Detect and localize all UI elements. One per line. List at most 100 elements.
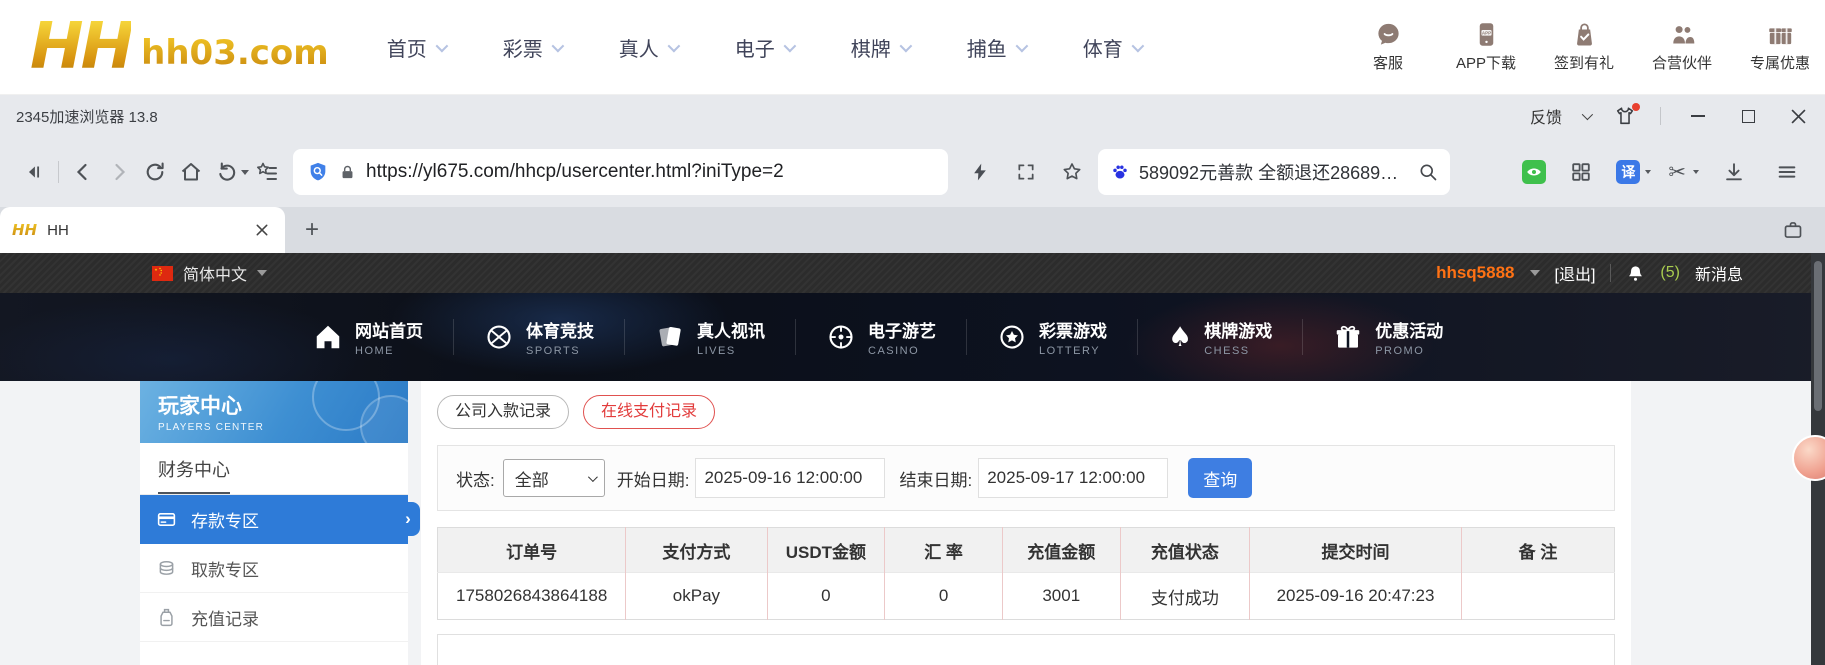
- chevron-down-icon: [783, 39, 796, 52]
- main-nav-lives[interactable]: 真人视讯LIVES: [625, 317, 795, 357]
- search-box[interactable]: 589092元善款 全额退还28689位网...: [1098, 149, 1450, 195]
- header-usdt-amount: USDT金额: [767, 528, 885, 573]
- screenshot-region-button[interactable]: [1008, 154, 1044, 190]
- notification-dot: [1632, 103, 1640, 111]
- baidu-paw-icon: [1110, 162, 1130, 182]
- tab-online-payment-records[interactable]: 在线支付记录: [583, 395, 715, 429]
- site-nav-home[interactable]: 首页: [387, 33, 445, 62]
- main-nav-subtitle: LOTTERY: [1039, 345, 1107, 357]
- site-nav-chess[interactable]: 棋牌: [851, 33, 909, 62]
- reload-button[interactable]: [137, 154, 173, 190]
- sports-ball-icon: [484, 322, 514, 352]
- start-date-input[interactable]: [695, 458, 885, 498]
- skin-theme-button[interactable]: [1614, 105, 1636, 127]
- bookmark-star-button[interactable]: [1054, 154, 1090, 190]
- back-to-first-button[interactable]: [16, 154, 52, 190]
- site-nav-sports[interactable]: 体育: [1083, 33, 1141, 62]
- sidebar-item-recharge-history[interactable]: 充值记录: [140, 593, 408, 642]
- address-bar[interactable]: https://yl675.com/hhcp/usercenter.html?i…: [293, 149, 948, 195]
- scissors-screenshot-button[interactable]: ✂: [1668, 162, 1686, 183]
- search-icon[interactable]: [1418, 162, 1438, 182]
- translate-dropdown-caret[interactable]: [1645, 170, 1651, 174]
- translate-button[interactable]: 译: [1616, 160, 1640, 184]
- tab-favicon: HH: [12, 221, 37, 239]
- players-center-header: 玩家中心 PLAYERS CENTER: [140, 381, 408, 443]
- main-nav-sports[interactable]: 体育竞技SPORTS: [454, 317, 624, 357]
- record-tabs: 公司入款记录 在线支付记录: [421, 381, 1631, 443]
- download-button[interactable]: [1716, 154, 1752, 190]
- status-select[interactable]: 全部: [503, 459, 605, 497]
- header-pay-method: 支付方式: [626, 528, 767, 573]
- site-nav-live[interactable]: 真人: [619, 33, 677, 62]
- cell-exchange-rate: 0: [885, 573, 1003, 620]
- scrollbar-thumb[interactable]: [1814, 261, 1822, 411]
- main-nav-title: 电子游艺: [868, 317, 936, 342]
- support-chat-icon: [1375, 21, 1402, 48]
- language-selector[interactable]: 简体中文: [152, 261, 267, 285]
- site-nav-fishing[interactable]: 捕鱼: [967, 33, 1025, 62]
- quick-link-app-download[interactable]: APP APP下载: [1455, 21, 1517, 73]
- main-nav-chess[interactable]: ♠ 棋牌游戏CHESS: [1138, 317, 1302, 357]
- feedback-button[interactable]: 反馈: [1530, 104, 1590, 128]
- quick-link-partners[interactable]: 合营伙伴: [1651, 21, 1713, 73]
- main-menu-button[interactable]: [1769, 154, 1805, 190]
- undo-dropdown-caret[interactable]: [241, 170, 249, 175]
- quick-label: 合营伙伴: [1652, 52, 1712, 73]
- site-nav-slots[interactable]: 电子: [735, 33, 793, 62]
- quick-link-signin-gift[interactable]: 签到有礼: [1553, 21, 1615, 73]
- security-shield-icon: [307, 161, 329, 183]
- eye-protect-button[interactable]: [1522, 160, 1546, 184]
- chevron-down-icon: [899, 39, 912, 52]
- new-messages-link[interactable]: 新消息: [1695, 261, 1743, 285]
- username-link[interactable]: hhsq5888: [1436, 263, 1514, 283]
- main-nav-lottery[interactable]: 彩票游戏LOTTERY: [967, 317, 1137, 357]
- tab-title: HH: [47, 222, 241, 239]
- minimize-button[interactable]: [1685, 103, 1711, 129]
- undo-close-button[interactable]: [209, 154, 245, 190]
- cell-submit-time: 2025-09-16 20:47:23: [1250, 573, 1462, 620]
- tab-close-button[interactable]: [251, 219, 273, 241]
- header-submit-time: 提交时间: [1250, 528, 1462, 573]
- recharge-bottle-icon: [156, 607, 177, 628]
- new-tab-button[interactable]: +: [295, 207, 329, 253]
- quick-link-support[interactable]: 客服: [1357, 21, 1419, 73]
- logout-link[interactable]: [退出]: [1555, 261, 1596, 285]
- apps-grid-button[interactable]: [1563, 154, 1599, 190]
- home-button[interactable]: [173, 154, 209, 190]
- main-nav-promo[interactable]: 优惠活动PROMO: [1303, 317, 1473, 357]
- grid-icon: [1570, 161, 1592, 183]
- forward-button[interactable]: [101, 154, 137, 190]
- records-table: 订单号 支付方式 USDT金额 汇 率 充值金额 充值状态 提交时间 备 注 1: [437, 527, 1615, 620]
- workspace-briefcase-icon[interactable]: [1783, 220, 1803, 240]
- quick-link-exclusive-offer[interactable]: 专属优惠: [1749, 21, 1811, 73]
- cell-order-no: 1758026843864188: [438, 573, 626, 620]
- sidebar-section-label: 财务中心: [158, 456, 230, 494]
- chevron-down-icon: [1015, 39, 1028, 52]
- query-button[interactable]: 查询: [1188, 458, 1252, 498]
- signin-gift-icon: [1571, 21, 1598, 48]
- end-date-input[interactable]: [978, 458, 1168, 498]
- sidebar-item-withdraw[interactable]: 取款专区: [140, 544, 408, 593]
- sidebar-item-deposit[interactable]: 存款专区 ›: [140, 495, 408, 544]
- eye-icon: [1525, 163, 1543, 181]
- main-nav-casino[interactable]: 电子游艺CASINO: [796, 317, 966, 357]
- maximize-button[interactable]: [1735, 103, 1761, 129]
- translate-glyph: 译: [1621, 162, 1635, 182]
- divider: [1660, 107, 1661, 125]
- bell-icon[interactable]: [1626, 264, 1645, 283]
- close-button[interactable]: [1785, 103, 1811, 129]
- tab-company-deposit-records[interactable]: 公司入款记录: [437, 395, 569, 429]
- boost-button[interactable]: [962, 154, 998, 190]
- gift-icon: [1333, 322, 1363, 352]
- back-button[interactable]: [65, 154, 101, 190]
- chevron-down-icon[interactable]: [1530, 270, 1540, 276]
- url-text[interactable]: https://yl675.com/hhcp/usercenter.html?i…: [366, 161, 784, 183]
- reload-icon: [143, 160, 167, 184]
- browser-tab-hh[interactable]: HH HH: [0, 207, 285, 253]
- main-nav-home[interactable]: 网站首页HOME: [283, 317, 453, 357]
- scissors-dropdown-caret[interactable]: [1693, 170, 1699, 174]
- search-query-text[interactable]: 589092元善款 全额退还28689位网...: [1139, 159, 1409, 185]
- favorites-list-button[interactable]: [249, 154, 285, 190]
- site-nav-lottery[interactable]: 彩票: [503, 33, 561, 62]
- site-logo[interactable]: HH hh03.com: [30, 17, 329, 78]
